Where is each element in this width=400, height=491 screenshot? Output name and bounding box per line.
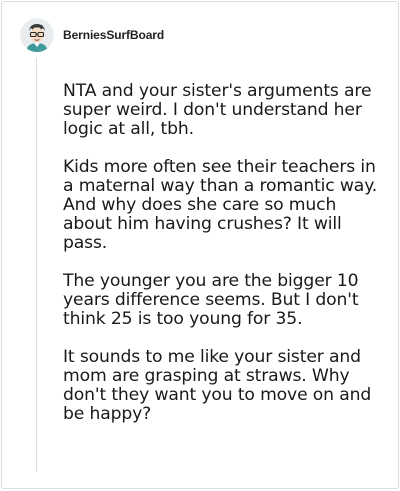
thread-line[interactable] bbox=[36, 58, 37, 472]
username[interactable]: BerniesSurfBoard bbox=[63, 28, 164, 42]
user-avatar-icon[interactable] bbox=[20, 18, 54, 52]
comment-paragraph: It sounds to me like your sister and mom… bbox=[63, 347, 372, 424]
comment-paragraph: Kids more often see their teachers in a … bbox=[63, 157, 378, 253]
comment-body: NTA and your sister's arguments are supe… bbox=[63, 82, 388, 424]
comment-paragraph: The younger you are the bigger 10 years … bbox=[63, 271, 359, 329]
comment-header: BerniesSurfBoard bbox=[20, 16, 164, 54]
comment-card: BerniesSurfBoard NTA and your sister's a… bbox=[1, 1, 399, 489]
comment-paragraph: NTA and your sister's arguments are supe… bbox=[63, 81, 372, 139]
